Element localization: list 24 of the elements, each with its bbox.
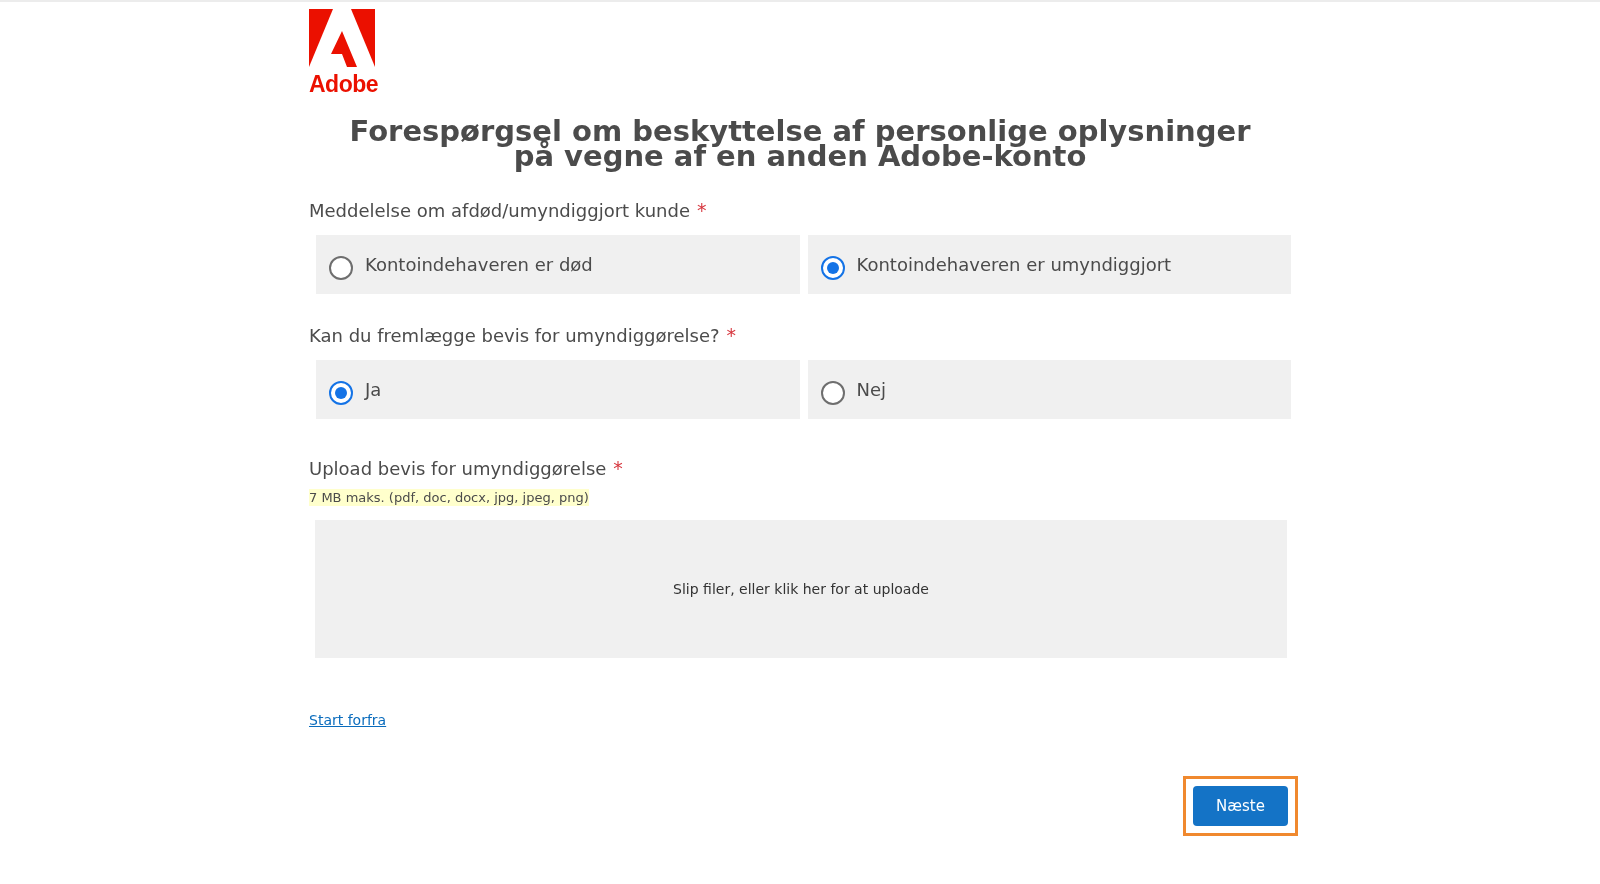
question-label: Kan du fremlægge bevis for umyndiggørelse?: [309, 325, 720, 346]
radio-button[interactable]: [329, 380, 353, 405]
upload-label: Upload bevis for umyndiggørelse: [309, 458, 607, 479]
logo-wordmark: Adobe: [309, 71, 379, 97]
radio-option[interactable]: Kontoindehaveren er død: [316, 235, 800, 294]
option-label: Kontoindehaveren er umyndiggjort: [856, 254, 1172, 275]
option-label: Kontoindehaveren er død: [365, 254, 593, 275]
next-button[interactable]: Næste: [1193, 786, 1288, 826]
restart-link[interactable]: Start forfra: [309, 712, 387, 728]
file-dropzone[interactable]: Slip filer, eller klik her for at uploade: [315, 520, 1287, 658]
file-size-hint: 7 MB maks. (pdf, doc, docx, jpg, jpeg, png): [309, 489, 589, 506]
required-mark: *: [726, 324, 737, 346]
radio-button[interactable]: [820, 255, 845, 280]
radio-option[interactable]: Kontoindehaveren er umyndiggjort: [807, 235, 1291, 294]
radio-option[interactable]: Nej: [807, 360, 1291, 419]
adobe-logo-icon: [309, 9, 375, 67]
radio-option[interactable]: Ja: [316, 360, 800, 419]
option-label: Nej: [856, 379, 887, 400]
question-label: Meddelelse om afdød/umyndiggjort kunde: [309, 200, 690, 221]
required-mark: *: [613, 457, 623, 479]
option-label: Ja: [365, 379, 382, 400]
required-mark: *: [697, 199, 707, 221]
radio-button[interactable]: [329, 255, 353, 280]
radio-button[interactable]: [820, 380, 845, 405]
